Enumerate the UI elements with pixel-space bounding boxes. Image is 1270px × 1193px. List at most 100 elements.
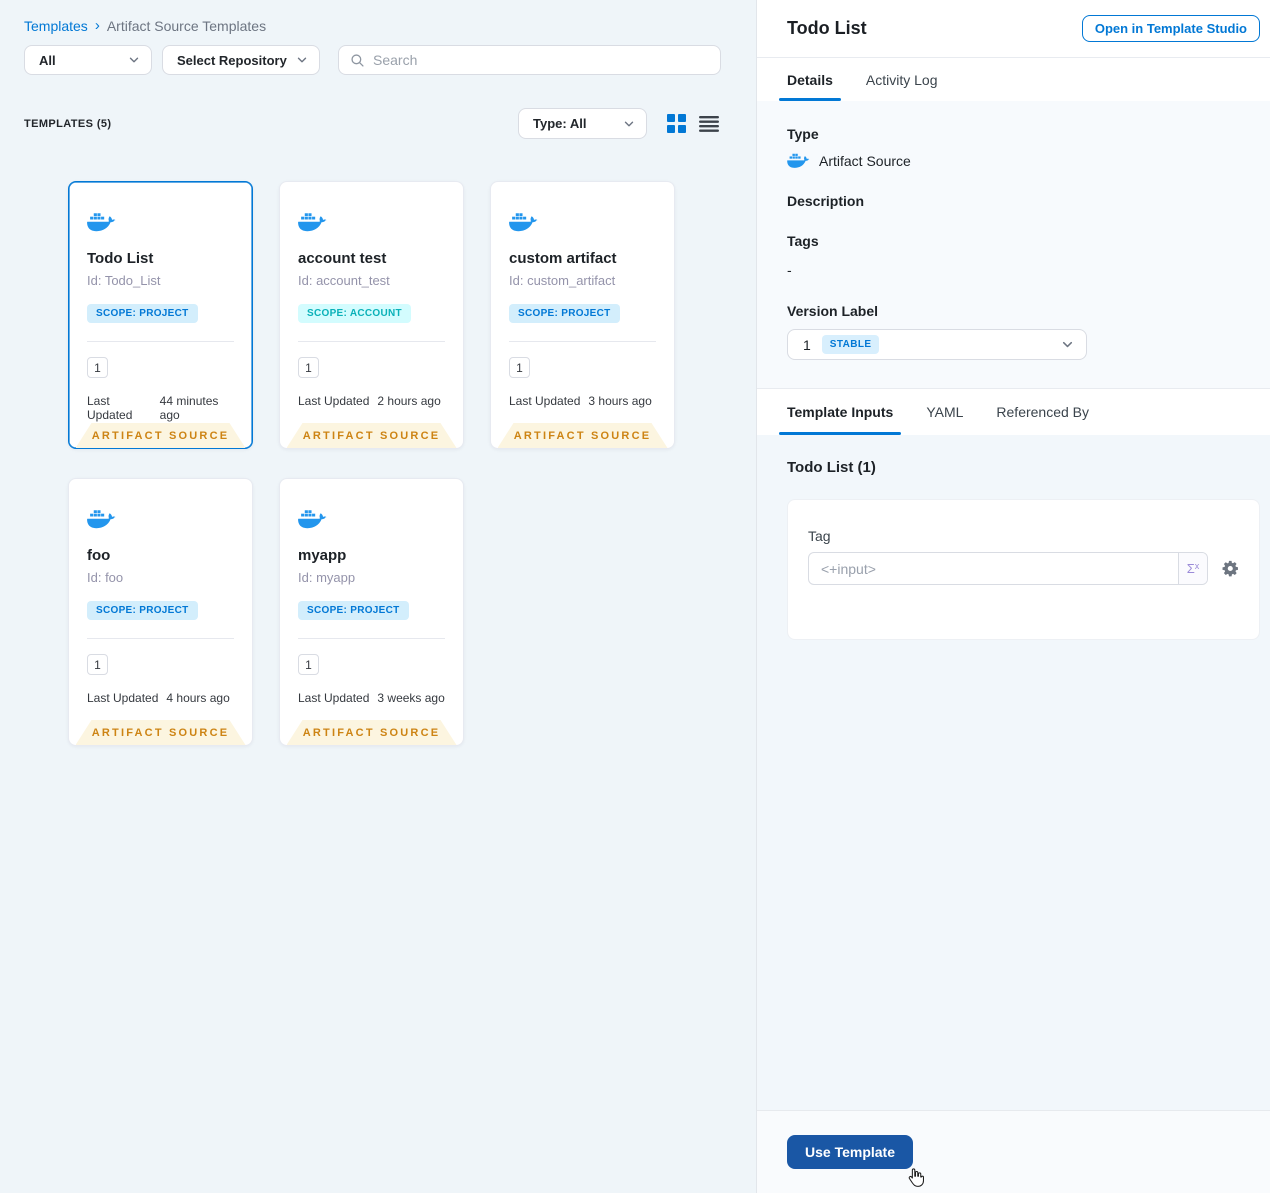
card-divider bbox=[298, 638, 445, 639]
tag-input-wrapper: Σx bbox=[808, 552, 1208, 585]
artifact-source-ribbon: ARTIFACT SOURCE bbox=[75, 423, 246, 448]
last-updated-value: 3 hours ago bbox=[588, 394, 652, 408]
card-title: custom artifact bbox=[509, 250, 617, 267]
description-label: Description bbox=[787, 193, 865, 209]
version-select[interactable]: 1 STABLE bbox=[787, 329, 1087, 360]
last-updated-label: Last Updated bbox=[87, 394, 133, 422]
version-count-badge: 1 bbox=[87, 357, 108, 378]
artifact-source-ribbon: ARTIFACT SOURCE bbox=[75, 720, 246, 745]
last-updated-row: Last Updated 3 hours ago bbox=[509, 394, 656, 408]
sigma-icon: Σ bbox=[1186, 561, 1195, 576]
artifact-source-ribbon: ARTIFACT SOURCE bbox=[497, 423, 668, 448]
card-id: Id: foo bbox=[87, 570, 124, 585]
tab-yaml[interactable]: YAML bbox=[926, 389, 963, 435]
breadcrumb-templates-link[interactable]: Templates bbox=[24, 18, 88, 34]
details-section: Type Artifact Source Description Tags - … bbox=[757, 101, 1270, 388]
docker-icon bbox=[298, 212, 327, 233]
search-input[interactable] bbox=[373, 52, 710, 68]
card-id: Id: account_test bbox=[298, 273, 390, 288]
tab-details[interactable]: Details bbox=[779, 58, 841, 101]
scope-badge: SCOPE: PROJECT bbox=[87, 601, 198, 620]
card-id: Id: myapp bbox=[298, 570, 356, 585]
tag-label: Tag bbox=[808, 528, 831, 544]
card-id: Id: Todo_List bbox=[87, 273, 161, 288]
artifact-source-ribbon: ARTIFACT SOURCE bbox=[286, 423, 457, 448]
docker-icon bbox=[87, 212, 116, 233]
breadcrumb-separator: › bbox=[94, 17, 100, 34]
search-box bbox=[338, 45, 721, 75]
card-title: Todo List bbox=[87, 250, 154, 267]
tag-input[interactable] bbox=[809, 553, 1178, 584]
gear-icon[interactable] bbox=[1222, 560, 1239, 577]
use-template-button[interactable]: Use Template bbox=[787, 1135, 913, 1169]
type-value: Artifact Source bbox=[819, 153, 911, 169]
version-count-badge: 1 bbox=[87, 654, 108, 675]
tab-activity-log[interactable]: Activity Log bbox=[866, 58, 938, 101]
version-count-badge: 1 bbox=[509, 357, 530, 378]
last-updated-label: Last Updated bbox=[298, 394, 370, 408]
open-in-template-studio-button[interactable]: Open in Template Studio bbox=[1081, 15, 1260, 42]
templates-list-header: TEMPLATES (5) Type: All bbox=[24, 108, 732, 139]
card-divider bbox=[87, 341, 234, 342]
view-toggle bbox=[667, 114, 719, 133]
template-card-foo[interactable]: foo Id: foo SCOPE: PROJECT 1 Last Update… bbox=[68, 478, 253, 746]
template-card-todo-list[interactable]: Todo List Id: Todo_List SCOPE: PROJECT 1… bbox=[68, 181, 253, 449]
repository-filter-value: Select Repository bbox=[177, 52, 287, 68]
tab-template-inputs[interactable]: Template Inputs bbox=[778, 389, 902, 435]
template-card-myapp[interactable]: myapp Id: myapp SCOPE: PROJECT 1 Last Up… bbox=[279, 478, 464, 746]
template-inputs-section: Todo List (1) Tag Σx bbox=[757, 435, 1270, 1110]
card-title: myapp bbox=[298, 547, 347, 564]
chevron-down-icon bbox=[296, 54, 308, 66]
docker-icon bbox=[509, 212, 538, 233]
sigma-sub: x bbox=[1194, 560, 1200, 571]
scope-badge: SCOPE: PROJECT bbox=[509, 304, 620, 323]
template-details-panel: Todo List Open in Template Studio Detail… bbox=[756, 0, 1270, 1193]
last-updated-value: 44 minutes ago bbox=[159, 394, 219, 422]
chevron-down-icon bbox=[623, 118, 635, 130]
card-divider bbox=[298, 341, 445, 342]
template-card-account-test[interactable]: account test Id: account_test SCOPE: ACC… bbox=[279, 181, 464, 449]
scope-badge: SCOPE: ACCOUNT bbox=[298, 304, 411, 323]
search-icon bbox=[350, 53, 365, 68]
breadcrumb: Templates › Artifact Source Templates bbox=[24, 17, 732, 34]
last-updated-value: 2 hours ago bbox=[377, 394, 441, 408]
card-id: Id: custom_artifact bbox=[509, 273, 616, 288]
details-panel-header: Todo List Open in Template Studio bbox=[757, 0, 1270, 57]
tag-input-row: Σx bbox=[808, 552, 1239, 585]
tags-label: Tags bbox=[787, 233, 819, 249]
last-updated-row: Last Updated 44 minutes ago bbox=[87, 394, 234, 422]
version-count-badge: 1 bbox=[298, 654, 319, 675]
grid-view-icon[interactable] bbox=[667, 114, 686, 133]
last-updated-row: Last Updated 3 weeks ago bbox=[298, 691, 445, 705]
version-count-badge: 1 bbox=[298, 357, 319, 378]
docker-icon bbox=[87, 509, 116, 530]
template-card-custom-artifact[interactable]: custom artifact Id: custom_artifact SCOP… bbox=[490, 181, 675, 449]
tab-referenced-by[interactable]: Referenced By bbox=[996, 389, 1089, 435]
scope-filter-select[interactable]: All bbox=[24, 45, 152, 75]
last-updated-label: Last Updated bbox=[509, 394, 581, 408]
version-number: 1 bbox=[803, 336, 811, 353]
stable-badge: STABLE bbox=[821, 335, 880, 354]
type-filter-value: Type: All bbox=[533, 116, 587, 131]
scope-filter-value: All bbox=[39, 52, 56, 68]
expression-toggle-button[interactable]: Σx bbox=[1178, 553, 1207, 584]
repository-filter-select[interactable]: Select Repository bbox=[162, 45, 320, 75]
inputs-card: Tag Σx bbox=[787, 499, 1260, 640]
type-filter-select[interactable]: Type: All bbox=[518, 108, 647, 139]
type-label: Type bbox=[787, 126, 819, 142]
tags-value: - bbox=[787, 262, 792, 278]
card-title: foo bbox=[87, 547, 111, 564]
docker-icon bbox=[787, 153, 810, 169]
docker-icon bbox=[298, 509, 327, 530]
filter-row: All Select Repository bbox=[24, 45, 732, 75]
details-tabbar: Details Activity Log bbox=[757, 57, 1270, 101]
last-updated-value: 3 weeks ago bbox=[377, 691, 445, 705]
list-view-icon[interactable] bbox=[699, 116, 719, 132]
template-cards-grid: Todo List Id: Todo_List SCOPE: PROJECT 1… bbox=[68, 181, 732, 746]
artifact-source-ribbon: ARTIFACT SOURCE bbox=[286, 720, 457, 745]
details-panel-footer: Use Template bbox=[757, 1110, 1270, 1193]
last-updated-row: Last Updated 4 hours ago bbox=[87, 691, 234, 705]
card-title: account test bbox=[298, 250, 387, 267]
breadcrumb-current: Artifact Source Templates bbox=[106, 17, 267, 34]
last-updated-row: Last Updated 2 hours ago bbox=[298, 394, 445, 408]
